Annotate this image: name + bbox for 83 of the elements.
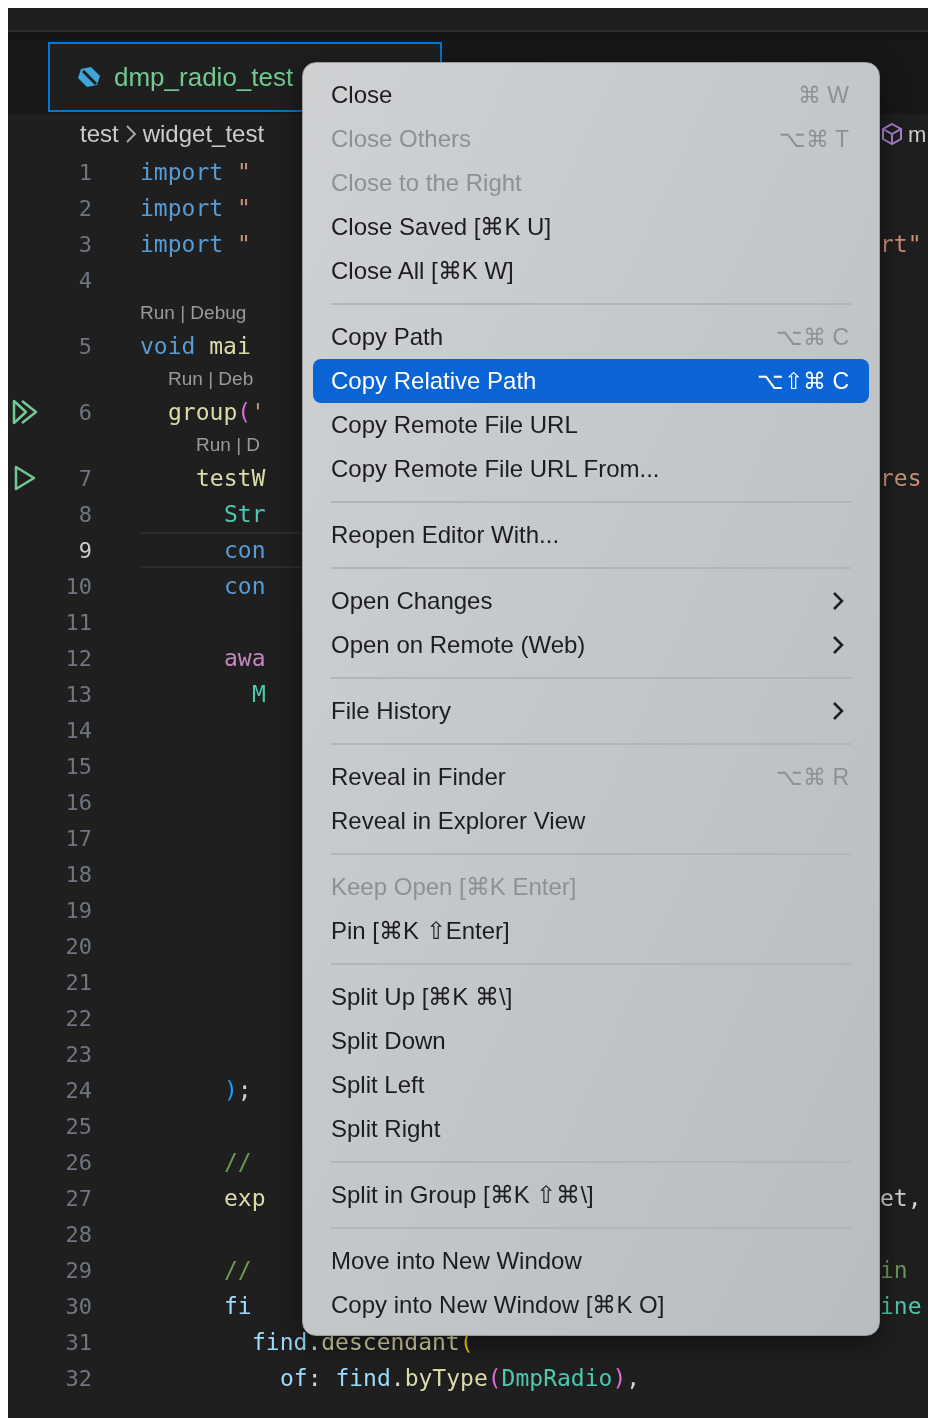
line-number: 22 (64, 1004, 92, 1033)
menu-item[interactable]: File History (313, 689, 869, 733)
line-number: 1 (77, 158, 92, 187)
breadcrumb-item[interactable]: widget_test (142, 116, 265, 152)
code-line: import " (140, 193, 251, 223)
line-number: 18 (64, 860, 92, 889)
menu-item[interactable]: Copy Remote File URL From... (313, 447, 869, 491)
code-line: void mai (140, 331, 251, 361)
code-line: group(' (168, 397, 265, 427)
line-number: 27 (64, 1184, 92, 1213)
menu-item[interactable]: Close Saved [⌘K U] (313, 205, 869, 249)
menu-item[interactable]: Split Right (313, 1107, 869, 1151)
line-number: 15 (64, 752, 92, 781)
code-fragment: rt" (880, 230, 922, 257)
code-line: awa (224, 643, 266, 673)
menu-item[interactable]: Close All [⌘K W] (313, 249, 869, 293)
code-fragment: ine (880, 1292, 922, 1319)
line-number: 20 (64, 932, 92, 961)
menu-item[interactable]: Open Changes (313, 579, 869, 623)
chevron-right-icon (124, 124, 137, 144)
line-number: 16 (64, 788, 92, 817)
line-number: 17 (64, 824, 92, 853)
menu-item[interactable]: Copy Remote File URL (313, 403, 869, 447)
code-line: // (224, 1255, 252, 1285)
menu-item[interactable]: Split Left (313, 1063, 869, 1107)
line-number: 10 (64, 572, 92, 601)
dart-file-icon (76, 65, 102, 89)
code-line: import " (140, 229, 251, 259)
menu-item[interactable]: Copy Relative Path ⌥⇧⌘ C (313, 359, 869, 403)
line-number: 24 (64, 1076, 92, 1105)
code-line: ); (224, 1075, 252, 1105)
line-number: 14 (64, 716, 92, 745)
codelens-links[interactable]: Run | Debug (140, 298, 247, 328)
line-number: 30 (64, 1292, 92, 1321)
codelens-links[interactable]: Run | Deb (168, 364, 254, 394)
line-number: 28 (64, 1220, 92, 1249)
code-line: con (224, 535, 266, 565)
breadcrumb-item[interactable]: m (908, 117, 927, 151)
line-number: 11 (64, 608, 92, 637)
code-line: of: find.byType(DmpRadio), (280, 1363, 641, 1393)
menu-item[interactable]: Pin [⌘K ⇧Enter] (313, 909, 869, 953)
cube-icon (880, 122, 904, 146)
code-line: testW (196, 463, 266, 493)
menu-item[interactable]: Open on Remote (Web) (313, 623, 869, 667)
code-fragment: in (880, 1256, 908, 1283)
code-line: Str (224, 499, 266, 529)
line-number: 12 (64, 644, 92, 673)
line-number: 26 (64, 1148, 92, 1177)
menu-item[interactable]: Split Up [⌘K ⌘\] (313, 975, 869, 1019)
menu-item[interactable]: Reveal in Explorer View (313, 799, 869, 843)
run-all-icon[interactable] (12, 399, 40, 425)
run-icon[interactable] (14, 465, 36, 491)
code-fragment: et, (880, 1184, 922, 1211)
codelens-links[interactable]: Run | D (196, 430, 261, 460)
line-number: 9 (77, 536, 92, 565)
line-number: 21 (64, 968, 92, 997)
code-line: con (224, 571, 266, 601)
code-line: fi (224, 1291, 252, 1321)
line-number: 8 (77, 500, 92, 529)
code-fragment: res (880, 464, 922, 491)
menu-item[interactable]: Split Down (313, 1019, 869, 1063)
line-number: 6 (77, 398, 92, 427)
code-line: import " (140, 157, 251, 187)
line-number: 23 (64, 1040, 92, 1069)
menu-item[interactable]: Reopen Editor With... (313, 513, 869, 557)
line-number: 32 (64, 1364, 92, 1393)
breadcrumb-item[interactable]: test (80, 116, 119, 152)
line-number: 29 (64, 1256, 92, 1285)
menu-item[interactable]: Move into New Window (313, 1239, 869, 1283)
line-number: 5 (77, 332, 92, 361)
code-line: M (252, 679, 266, 709)
menu-item[interactable]: Split in Group [⌘K ⇧⌘\] (313, 1173, 869, 1217)
line-number: 25 (64, 1112, 92, 1141)
line-number: 3 (77, 230, 92, 259)
line-number: 2 (77, 194, 92, 223)
line-number: 7 (77, 464, 92, 493)
code-line: exp (224, 1183, 266, 1213)
line-number: 13 (64, 680, 92, 709)
line-number: 4 (77, 266, 92, 295)
code-line: // (224, 1147, 252, 1177)
menu-item[interactable]: Copy into New Window [⌘K O] (313, 1283, 869, 1327)
line-number: 19 (64, 896, 92, 925)
line-number: 31 (64, 1328, 92, 1357)
